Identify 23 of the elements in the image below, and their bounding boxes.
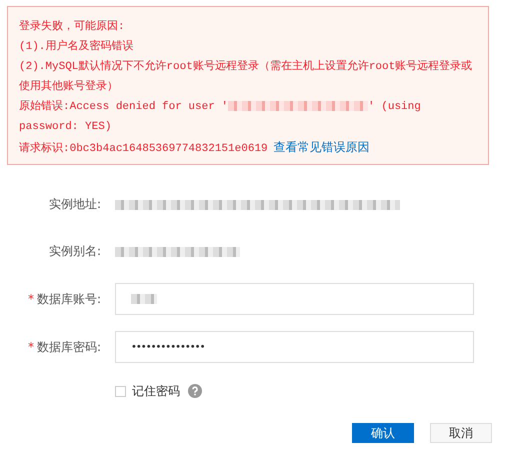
error-help-link[interactable]: 查看常见错误原因 bbox=[274, 140, 370, 154]
password-field[interactable]: ••••••••••••••• bbox=[115, 331, 474, 363]
raw-error-text: password: YES) bbox=[19, 121, 112, 133]
account-field[interactable] bbox=[115, 283, 474, 315]
checkbox-label[interactable]: 记住密码 bbox=[132, 382, 180, 400]
confirm-button[interactable]: 确认 bbox=[352, 423, 414, 443]
cancel-button[interactable]: 取消 bbox=[430, 423, 492, 443]
field-label: 数据库密码: bbox=[36, 340, 101, 354]
raw-error-text: ' (using bbox=[368, 101, 421, 113]
request-id-label: 请求标识: bbox=[19, 143, 70, 155]
field-label: 实例地址: bbox=[48, 197, 101, 211]
checkbox[interactable] bbox=[115, 386, 126, 396]
field-label: 数据库账号: bbox=[36, 292, 101, 306]
help-icon[interactable] bbox=[188, 384, 202, 398]
raw-error-label: 原始错误: bbox=[19, 101, 70, 113]
required-mark: * bbox=[28, 340, 34, 354]
raw-error-text: Access denied for user ' bbox=[70, 101, 228, 113]
request-id: 0bc3b4ac16485369774832151e0619 bbox=[70, 143, 268, 155]
required-mark: * bbox=[28, 292, 34, 306]
alert-reason: (2).MySQL默认情况下不允许root账号远程登录（需在主机上设置允许root账号远程登录或使用其他账号登录） bbox=[19, 58, 474, 95]
alert-reason: (1).用户名及密码错误 bbox=[19, 38, 134, 55]
field-label: 实例别名: bbox=[48, 244, 101, 258]
alert-title: 登录失败，可能原因: bbox=[19, 19, 126, 35]
